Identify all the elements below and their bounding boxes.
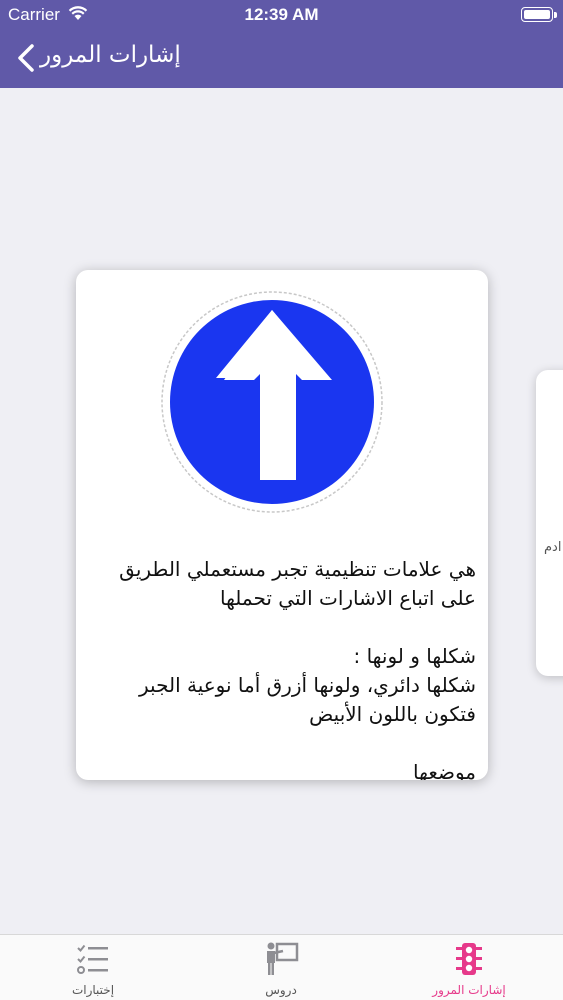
peek-card-text: ادم [544, 540, 562, 555]
navigation-bar: إشارات المرور [0, 30, 563, 88]
back-chevron-icon[interactable] [12, 40, 42, 76]
tab-tests[interactable]: إختبارات [0, 935, 187, 1000]
tab-lessons[interactable]: دروس [187, 935, 375, 1000]
teacher-board-icon [267, 942, 299, 975]
battery-icon [521, 7, 557, 22]
sign-card[interactable]: هي علامات تنظيمية تجبر مستعملي الطريق عل… [76, 270, 488, 780]
tab-label: دروس [265, 983, 297, 997]
status-bar: Carrier 12:39 AM [0, 0, 563, 30]
placement-heading: موضعها [413, 760, 476, 780]
tab-label: إشارات المرور [432, 983, 506, 997]
tab-label: إختبارات [71, 983, 115, 997]
shape-color-paragraph: شكلها و لونها : شكلها دائري، ولونها أزرق… [139, 644, 476, 726]
tab-traffic-signs[interactable]: إشارات المرور [375, 935, 563, 1000]
page-title: إشارات المرور [40, 42, 181, 68]
tab-bar: إشارات المرور دروس إختبارات [0, 934, 563, 1000]
ahead-only-sign-image [161, 291, 383, 513]
content-area[interactable]: هي علامات تنظيمية تجبر مستعملي الطريق عل… [0, 88, 563, 934]
description-paragraph: هي علامات تنظيمية تجبر مستعملي الطريق عل… [119, 557, 476, 610]
sign-description: هي علامات تنظيمية تجبر مستعملي الطريق عل… [94, 555, 476, 780]
top-bar: Carrier 12:39 AM إشارات المرور [0, 0, 563, 88]
next-card-peek[interactable]: ادم [536, 370, 563, 676]
checklist-icon [77, 944, 108, 974]
traffic-light-icon [456, 943, 482, 975]
clock: 12:39 AM [244, 5, 319, 24]
